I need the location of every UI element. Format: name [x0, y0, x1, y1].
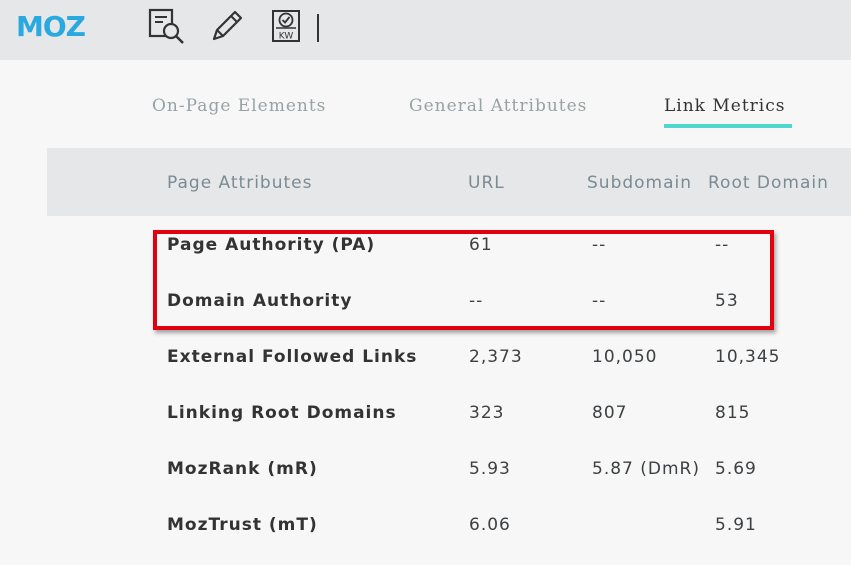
subdomain-value: 5.87 (DmR) — [592, 459, 700, 479]
row-label: MozTrust (mT) — [167, 515, 318, 535]
tab-general-attributes[interactable]: General Attributes — [409, 94, 587, 118]
tab-link-metrics[interactable]: Link Metrics — [664, 94, 786, 118]
keyword-icon[interactable]: KW — [267, 6, 307, 46]
toolbar-divider — [317, 14, 319, 42]
tab-on-page-elements[interactable]: On-Page Elements — [152, 94, 326, 118]
url-value: 323 — [469, 403, 505, 423]
row-label: Linking Root Domains — [167, 403, 397, 423]
url-value: 6.06 — [469, 515, 511, 535]
root-domain-value: 5.91 — [715, 515, 757, 535]
edit-pencil-icon[interactable] — [207, 6, 247, 46]
header-root-domain: Root Domain — [708, 173, 829, 193]
toolbar: MOZ KW — [0, 0, 851, 60]
active-tab-indicator — [664, 124, 792, 128]
row-label: MozRank (mR) — [167, 459, 318, 479]
root-domain-value: 815 — [715, 403, 751, 423]
root-domain-value: 5.69 — [715, 459, 757, 479]
highlight-box — [153, 230, 774, 330]
moz-logo[interactable]: MOZ — [16, 10, 86, 44]
row-label: External Followed Links — [167, 347, 418, 367]
subdomain-value: 807 — [592, 403, 628, 423]
subdomain-value: 10,050 — [592, 347, 658, 367]
page-analysis-icon[interactable] — [146, 6, 186, 46]
header-page-attributes: Page Attributes — [167, 173, 313, 193]
header-subdomain: Subdomain — [587, 173, 693, 193]
keyword-icon-text: KW — [279, 32, 294, 42]
url-value: 2,373 — [469, 347, 523, 367]
url-value: 5.93 — [469, 459, 511, 479]
header-url: URL — [468, 173, 505, 193]
root-domain-value: 10,345 — [715, 347, 781, 367]
